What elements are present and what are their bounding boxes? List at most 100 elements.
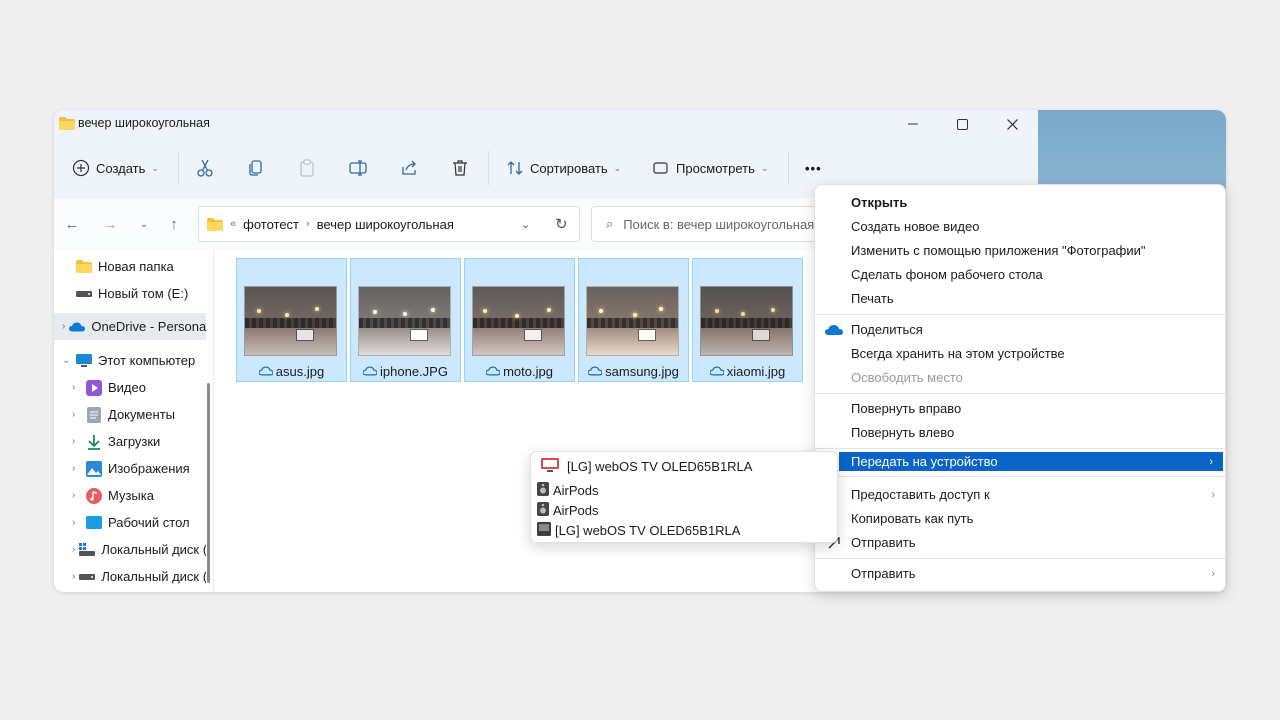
sidebar-item-label: Локальный диск (D:) xyxy=(101,569,206,584)
share-button[interactable] xyxy=(398,157,420,179)
sidebar-item-new-volume[interactable]: Новый том (E:) xyxy=(54,280,206,307)
chevron-right-icon[interactable]: › xyxy=(72,436,82,447)
minimize-button[interactable] xyxy=(902,114,924,134)
sidebar-item-onedrive[interactable]: › OneDrive - Personal xyxy=(54,313,206,340)
sidebar-scrollbar[interactable] xyxy=(206,250,214,592)
search-input[interactable]: ⌕ Поиск в: вечер широкоугольная xyxy=(591,206,851,242)
toolbar-separator xyxy=(178,151,179,185)
refresh-icon[interactable]: ↻ xyxy=(555,215,568,233)
breadcrumb-item[interactable]: вечер широкоугольная xyxy=(317,217,454,232)
copy-button[interactable] xyxy=(245,157,267,179)
up-button[interactable]: ↑ xyxy=(164,214,184,234)
sort-button[interactable]: Сортировать ⌄ xyxy=(506,158,621,178)
cast-device-item[interactable]: [LG] webOS TV OLED65B1RLA xyxy=(537,520,740,540)
cloud-icon xyxy=(587,364,603,379)
sidebar-item-video[interactable]: › Видео xyxy=(54,374,206,401)
toolbar-separator xyxy=(488,151,489,185)
menu-item-send[interactable]: Отправить xyxy=(815,531,1225,554)
menu-item-rotate-left[interactable]: Повернуть влево xyxy=(815,421,1225,444)
menu-item-send-to[interactable]: Отправить › xyxy=(815,562,1225,585)
chevron-right-icon[interactable]: › xyxy=(72,517,82,528)
breadcrumb-item[interactable]: фототест xyxy=(243,217,299,232)
sidebar-item-images[interactable]: › Изображения xyxy=(54,455,206,482)
sidebar-item-new-folder[interactable]: Новая папка xyxy=(54,253,206,280)
sidebar-item-this-pc[interactable]: ⌄ Этот компьютер xyxy=(54,347,206,374)
chevron-right-icon[interactable]: › xyxy=(72,463,82,474)
delete-button[interactable] xyxy=(449,157,471,179)
address-bar[interactable]: « фототест › вечер широкоугольная ⌄ ↻ xyxy=(198,206,580,242)
photo-thumbnail xyxy=(700,286,793,356)
cloud-icon xyxy=(485,364,501,379)
chevron-right-icon[interactable]: › xyxy=(72,382,82,393)
menu-separator xyxy=(815,476,1225,477)
chevron-down-icon: ⌄ xyxy=(760,162,769,173)
menu-item-set-wallpaper[interactable]: Сделать фоном рабочего стола xyxy=(815,263,1225,286)
cut-button[interactable] xyxy=(194,157,216,179)
back-button[interactable]: ← xyxy=(62,214,82,234)
chevron-right-icon[interactable]: › xyxy=(72,490,82,501)
menu-item-give-access[interactable]: Предоставить доступ к › xyxy=(815,483,1225,506)
view-button[interactable]: Просмотреть ⌄ xyxy=(652,158,768,178)
file-tile[interactable]: xiaomi.jpg xyxy=(692,258,803,382)
sidebar-item-music[interactable]: › Музыка xyxy=(54,482,206,509)
media-device-icon xyxy=(537,521,551,539)
address-dropdown-icon[interactable]: ⌄ xyxy=(521,218,530,231)
title-bar: вечер широкоугольная xyxy=(54,110,1038,138)
file-tile[interactable]: iphone.JPG xyxy=(350,258,461,382)
downloads-icon xyxy=(86,434,102,450)
chevron-down-icon: ⌄ xyxy=(613,162,622,173)
scissors-icon xyxy=(197,159,213,177)
scroll-thumb[interactable] xyxy=(207,383,210,583)
close-button[interactable] xyxy=(1001,114,1023,134)
plus-circle-icon xyxy=(72,159,90,177)
cast-device-item[interactable]: [LG] webOS TV OLED65B1RLA xyxy=(541,456,752,476)
menu-item-free-space: Освободить место xyxy=(851,370,963,385)
paste-button[interactable] xyxy=(296,157,318,179)
chevron-down-icon: ⌄ xyxy=(139,218,149,230)
sidebar-item-desktop[interactable]: › Рабочий стол xyxy=(54,509,206,536)
file-tile[interactable]: samsung.jpg xyxy=(578,258,689,382)
images-icon xyxy=(86,460,102,477)
breadcrumb-overflow[interactable]: « xyxy=(230,218,236,230)
sidebar-item-local-disk-d[interactable]: › Локальный диск (D:) xyxy=(54,563,206,590)
create-button[interactable]: Создать ⌄ xyxy=(72,158,159,178)
folder-icon xyxy=(207,217,223,231)
forward-button[interactable]: → xyxy=(100,214,120,234)
folder-icon xyxy=(76,259,92,275)
cloud-icon xyxy=(709,364,725,379)
chevron-down-icon: ⌄ xyxy=(151,162,159,173)
cloud-icon xyxy=(258,364,274,379)
chevron-right-icon[interactable]: › xyxy=(62,321,65,332)
recent-locations-button[interactable]: ⌄ xyxy=(134,214,154,234)
more-options-button[interactable]: ••• xyxy=(805,158,822,178)
menu-item-rotate-right[interactable]: Повернуть вправо xyxy=(815,397,1225,420)
cast-device-item[interactable]: AirPods xyxy=(537,500,599,520)
menu-item-cast-to-device[interactable]: Передать на устройство › xyxy=(839,452,1223,471)
rename-button[interactable] xyxy=(347,157,369,179)
drive-icon xyxy=(76,286,92,302)
file-tile[interactable]: moto.jpg xyxy=(464,258,575,382)
menu-item-new-video[interactable]: Создать новое видео xyxy=(815,215,1225,238)
menu-item-edit-photos[interactable]: Изменить с помощью приложения "Фотографи… xyxy=(815,239,1225,262)
chevron-right-icon[interactable]: › xyxy=(72,544,75,555)
drive-icon xyxy=(79,569,96,585)
menu-item-open[interactable]: Открыть xyxy=(815,191,1225,214)
sidebar-item-downloads[interactable]: › Загрузки xyxy=(54,428,206,455)
menu-item-share[interactable]: Поделиться xyxy=(815,318,1225,341)
maximize-button[interactable] xyxy=(951,114,973,134)
chevron-right-icon[interactable]: › xyxy=(72,571,75,582)
sidebar-item-label: Локальный диск (C:) xyxy=(101,542,206,557)
cast-device-item[interactable]: AirPods xyxy=(537,480,599,500)
menu-item-print[interactable]: Печать xyxy=(815,287,1225,310)
sidebar-item-documents[interactable]: › Документы xyxy=(54,401,206,428)
file-tile[interactable]: asus.jpg xyxy=(236,258,347,382)
chevron-right-icon[interactable]: › xyxy=(72,409,82,420)
file-name: samsung.jpg xyxy=(579,364,688,379)
sidebar-item-local-disk-c[interactable]: › Локальный диск (C:) xyxy=(54,536,206,563)
menu-separator xyxy=(815,314,1225,315)
menu-item-copy-as-path[interactable]: Копировать как путь xyxy=(815,507,1225,530)
menu-item-keep-on-device[interactable]: Всегда хранить на этом устройстве xyxy=(815,342,1225,365)
view-icon xyxy=(653,162,668,174)
chevron-down-icon[interactable]: ⌄ xyxy=(62,355,72,366)
folder-icon xyxy=(59,117,75,130)
